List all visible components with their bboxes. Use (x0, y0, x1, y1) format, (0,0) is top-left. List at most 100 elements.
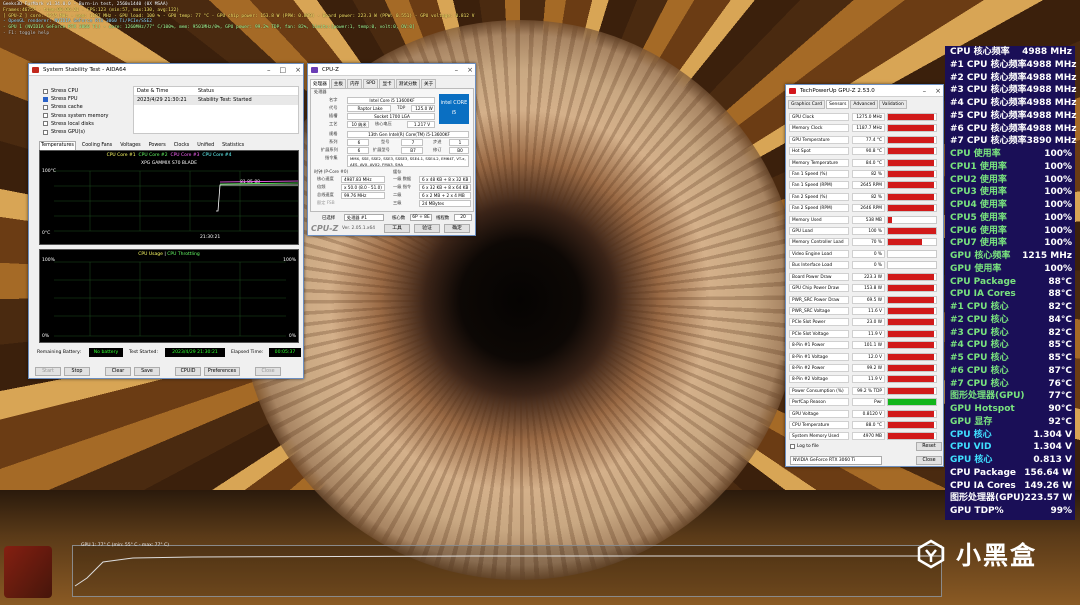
sensor-value: 100 % (852, 227, 885, 236)
gpuz-window[interactable]: TechPowerUp GPU-Z 2.53.0 – × Graphics Car… (785, 84, 944, 467)
sensor-reading: 4988 MHz (1026, 59, 1077, 70)
checkbox[interactable] (43, 121, 48, 127)
sensor-value: 0.8120 V (852, 409, 885, 418)
checkbox[interactable] (790, 444, 795, 449)
stress-option-disks[interactable]: Stress local disks (43, 120, 109, 128)
tab-temperatures[interactable]: Temperatures (39, 141, 76, 150)
card-select[interactable]: NVIDIA GeForce RTX 3060 Ti (790, 456, 882, 465)
tab-statistics[interactable]: Statistics (220, 141, 246, 150)
checkbox[interactable] (43, 129, 48, 135)
log-to-file[interactable]: Log to file (790, 444, 819, 449)
sensor-name: PerfCap Reason (789, 398, 849, 407)
checkbox[interactable] (43, 88, 48, 94)
checkbox[interactable] (43, 104, 48, 110)
stress-option-fpu[interactable]: Stress FPU (43, 95, 109, 103)
stress-option-cpu[interactable]: Stress CPU (43, 87, 109, 95)
table-row[interactable]: 2023/4/29 21:30:21 Stability Test: Starte… (134, 96, 298, 105)
stop-button[interactable]: Stop (64, 367, 90, 376)
tab-powers[interactable]: Powers (147, 141, 168, 150)
sensor-label: #4 CPU 核心频率 (950, 98, 1027, 108)
ok-button[interactable]: 确定 (444, 224, 470, 233)
table-row: Memory Temperature 84.0 °C (788, 158, 943, 169)
tools-button[interactable]: 工具 (384, 224, 410, 233)
tab-advanced[interactable]: Advanced (850, 100, 879, 109)
aida64-titlebar[interactable]: System Stability Test - AIDA64 – □ × (29, 64, 303, 76)
temperature-lines (54, 170, 299, 232)
sensor-label: GPU Hotspot (950, 404, 1015, 414)
sensor-name: PWR_SRC Power Draw (789, 295, 849, 304)
sensor-bar-fill (888, 114, 934, 120)
tab-clocks[interactable]: Clocks (172, 141, 192, 150)
sensor-name: Memory Used (789, 215, 849, 224)
tab-graphics-card[interactable]: Graphics Card (788, 100, 826, 109)
table-row: 8-Pin #2 Voltage 11.9 V (788, 374, 943, 385)
sensor-row: CPU VID 1.304 V (945, 441, 1075, 454)
sensor-name: Fan 2 Speed (RPM) (789, 204, 849, 213)
sensor-value: 12.0 V (852, 352, 885, 361)
sensor-row: CPU4 使用率 100% (945, 199, 1075, 212)
sensor-row: GPU 使用率 100% (945, 263, 1075, 276)
stress-options: Stress CPU Stress FPU Stress cache Stres… (43, 87, 109, 136)
save-button[interactable]: Save (134, 367, 160, 376)
table-row: Fan 2 Speed (RPM) 2646 RPM (788, 203, 943, 214)
stress-option-label: Stress local disks (51, 120, 94, 127)
sensor-bar (887, 295, 937, 304)
aida64-window[interactable]: System Stability Test - AIDA64 – □ × Stres… (28, 63, 304, 379)
sensor-reading: 100% (1044, 238, 1072, 249)
sensor-reading: 90°C (1048, 404, 1072, 414)
table-row: 8-Pin #1 Voltage 12.0 V (788, 352, 943, 363)
cpuz-logo: CPU-Z (311, 224, 339, 233)
checkbox[interactable] (43, 113, 48, 119)
cpuz-footer: CPU-Z Ver. 2.05.1.x64 工具 验证 确定 (310, 224, 474, 234)
elapsed-label: Elapsed Time: (231, 350, 264, 355)
cpuz-titlebar[interactable]: CPU-Z – × (308, 64, 475, 76)
stress-option-label: Stress cache (51, 104, 83, 111)
xiaoheihe-watermark: 小黑盒 (916, 536, 1037, 572)
sensor-name: Fan 2 Speed (%) (789, 192, 849, 201)
checkbox-checked[interactable] (43, 96, 48, 102)
maximize-icon[interactable]: □ (280, 64, 287, 76)
gpuz-titlebar[interactable]: TechPowerUp GPU-Z 2.53.0 – × (786, 85, 943, 97)
table-row: GPU Clock 1275.0 MHz (788, 112, 943, 123)
sensor-bar (887, 181, 937, 190)
table-row: Memory Used 538 MB (788, 215, 943, 226)
sensor-label: GPU 使用率 (950, 263, 1002, 274)
stress-option-label: Stress CPU (51, 88, 79, 95)
minimize-icon[interactable]: – (923, 85, 927, 97)
sensor-value: 82 % (852, 170, 885, 179)
sensor-name: Memory Clock (789, 124, 849, 133)
close-icon[interactable]: × (935, 85, 941, 97)
processor-select[interactable]: 处理器 #1 (344, 214, 384, 221)
cpuz-window[interactable]: CPU-Z – × 处理器 主板 内存 SPD 显卡 测试分数 关于 处理器 名字… (307, 63, 476, 236)
spec-label: 规格 (329, 131, 338, 136)
close-icon[interactable]: × (467, 64, 473, 76)
sensor-value: 0 % (852, 261, 885, 270)
tab-cooling-fans[interactable]: Cooling Fans (80, 141, 114, 150)
sensor-name: 8-Pin #2 Power (789, 363, 849, 372)
close-button[interactable]: Close (255, 367, 281, 376)
cpuid-button[interactable]: CPUID (175, 367, 201, 376)
clear-button[interactable]: Clear (105, 367, 131, 376)
sensor-row: #7 CPU 核心频率 3890 MHz (945, 135, 1077, 148)
start-button[interactable]: Start (35, 367, 61, 376)
stress-option-cache[interactable]: Stress cache (43, 103, 109, 111)
minimize-icon[interactable]: – (267, 64, 271, 76)
minimize-icon[interactable]: – (455, 64, 459, 76)
close-button[interactable]: Close (916, 456, 942, 465)
stress-option-gpu[interactable]: Stress GPU(s) (43, 128, 109, 136)
tab-validation[interactable]: Validation (879, 100, 907, 109)
close-icon[interactable]: × (295, 64, 301, 76)
preferences-button[interactable]: Preferences (204, 367, 240, 376)
sensor-bar-fill (888, 193, 934, 200)
stress-option-memory[interactable]: Stress system memory (43, 112, 109, 120)
sensor-row: #1 CPU 核心 82°C (945, 301, 1075, 314)
sensor-name: PCIe Slot Voltage (789, 329, 849, 338)
sensor-label: #4 CPU 核心 (950, 340, 1009, 351)
reset-button[interactable]: Reset (916, 442, 942, 451)
tab-voltages[interactable]: Voltages (118, 141, 143, 150)
sensor-value: Pwr (852, 398, 885, 407)
sensor-bar-fill (888, 307, 934, 314)
tab-sensors[interactable]: Sensors (826, 100, 850, 109)
validate-button[interactable]: 验证 (414, 224, 440, 233)
tab-unified[interactable]: Unified (195, 141, 216, 150)
